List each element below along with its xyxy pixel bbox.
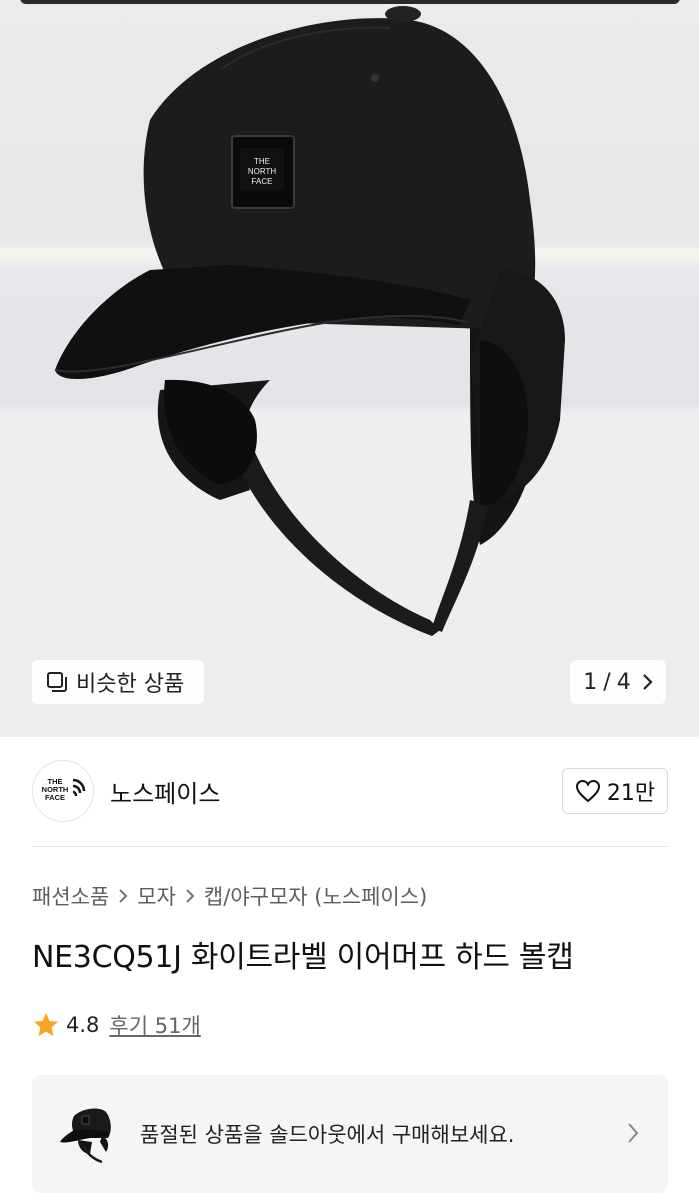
chevron-right-icon: [185, 888, 195, 904]
breadcrumb-item-1[interactable]: 패션소품: [32, 881, 109, 911]
svg-text:THE: THE: [254, 157, 270, 166]
similar-products-label: 비슷한 상품: [76, 672, 185, 697]
chevron-right-icon: [118, 888, 128, 904]
rating-score: 4.8: [66, 1013, 100, 1037]
chevron-right-icon: [642, 674, 653, 690]
breadcrumb: 패션소품 모자 캡/야구모자 (노스페이스): [32, 880, 427, 912]
breadcrumb-item-3[interactable]: 캡/야구모자 (노스페이스): [204, 881, 427, 911]
store-logo[interactable]: THE NORTH FACE: [32, 760, 94, 822]
like-button[interactable]: 21만: [562, 768, 668, 814]
section-divider: [32, 846, 668, 847]
product-title: NE3CQ51J 화이트라벨 이어머프 하드 볼캡: [32, 940, 574, 975]
store-row[interactable]: THE NORTH FACE 노스페이스 21만: [32, 760, 668, 822]
soldout-banner[interactable]: 품절된 상품을 솔드아웃에서 구매해보세요.: [32, 1075, 668, 1193]
similar-products-button[interactable]: 비슷한 상품: [32, 660, 204, 704]
north-face-logo: THE NORTH FACE: [42, 777, 86, 802]
product-image-gallery[interactable]: THE NORTH FACE 비슷한 상품 1 / 4: [0, 0, 699, 737]
similar-squares-icon: [47, 672, 67, 692]
banner-thumbnail: [54, 1100, 122, 1168]
product-image-cap: THE NORTH FACE: [54, 6, 565, 636]
svg-text:FACE: FACE: [45, 793, 65, 802]
store-name[interactable]: 노스페이스: [110, 774, 220, 809]
cap-thumbnail-image: [60, 1108, 111, 1164]
product-rating: 4.8 후기 51개: [32, 1008, 201, 1042]
pager-separator: /: [603, 669, 611, 695]
breadcrumb-item-2[interactable]: 모자: [137, 881, 176, 911]
soldout-banner-text: 품절된 상품을 솔드아웃에서 구매해보세요.: [140, 1123, 515, 1147]
heart-icon: [575, 779, 600, 803]
image-pager[interactable]: 1 / 4: [570, 660, 666, 704]
star-icon: [34, 1013, 58, 1036]
svg-text:NORTH: NORTH: [248, 167, 277, 176]
reviews-link[interactable]: 후기 51개: [109, 1010, 200, 1040]
like-count: 21만: [606, 781, 656, 806]
chevron-right-icon: [628, 1123, 639, 1143]
svg-text:FACE: FACE: [252, 177, 273, 186]
pager-current: 1: [583, 669, 598, 695]
pager-total: 4: [616, 669, 631, 695]
